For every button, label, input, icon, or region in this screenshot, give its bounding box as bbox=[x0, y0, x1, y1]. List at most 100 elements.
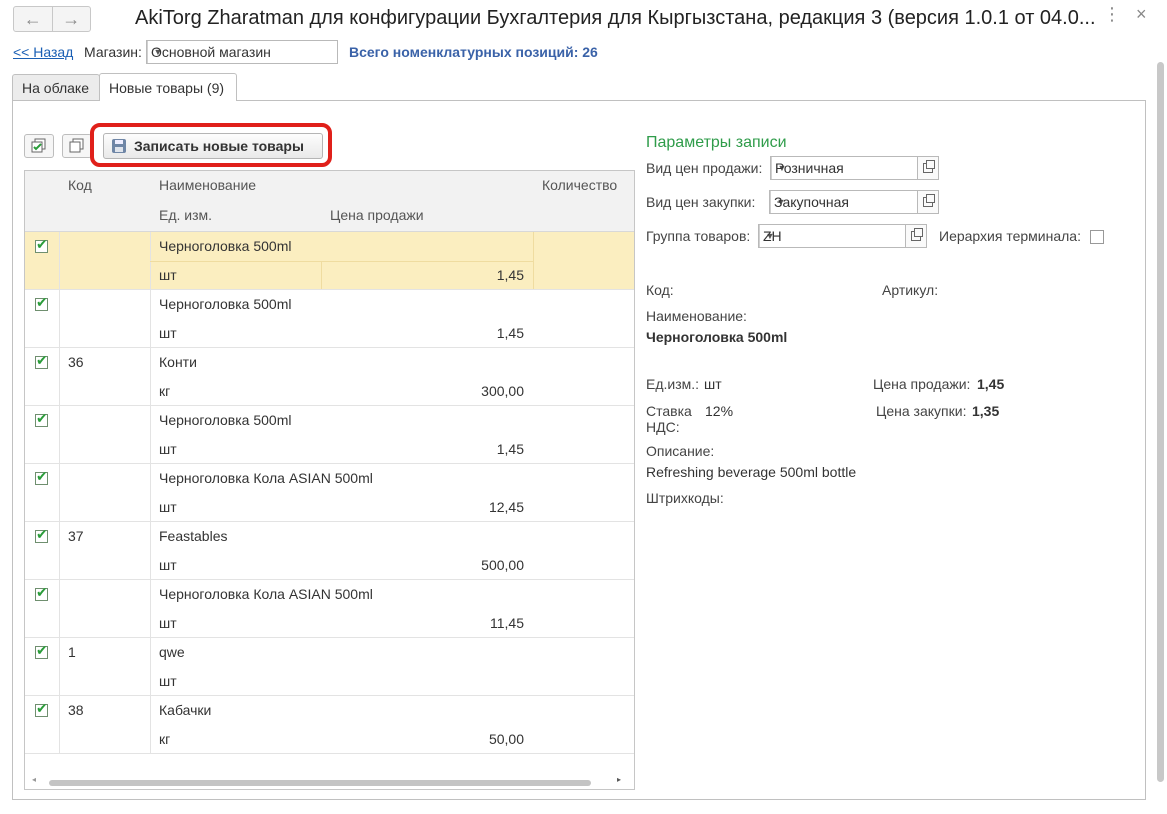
tab-new-goods[interactable]: Новые товары (9) bbox=[99, 73, 237, 101]
row-price: 12,45 bbox=[488, 499, 524, 515]
row-unit: шт bbox=[159, 615, 177, 631]
scroll-thumb[interactable] bbox=[49, 780, 591, 786]
row-checkbox[interactable] bbox=[35, 410, 48, 427]
row-checkbox[interactable] bbox=[35, 642, 48, 659]
back-link[interactable]: << Назад bbox=[13, 44, 73, 60]
table-row[interactable]: Черноголовка 500ml шт 1,45 bbox=[25, 406, 634, 464]
store-label: Магазин: bbox=[84, 44, 142, 60]
row-price: 1,45 bbox=[496, 325, 524, 341]
table-row[interactable]: Черноголовка Кола ASIAN 500ml шт 12,45 bbox=[25, 464, 634, 522]
purchase-price-type-select[interactable]: Закупочная ▼ bbox=[769, 190, 918, 214]
name-value: Черноголовка 500ml bbox=[646, 329, 788, 345]
vat-value: 12% bbox=[705, 403, 734, 419]
name-label: Наименование: bbox=[646, 308, 747, 324]
group-value: ZH bbox=[763, 228, 782, 244]
row-price: 50,00 bbox=[488, 731, 524, 747]
table-row[interactable]: Черноголовка 500ml шт 1,45 bbox=[25, 232, 634, 290]
sale-price-type-value: Розничная bbox=[775, 160, 844, 176]
check-all-icon bbox=[31, 138, 46, 153]
row-name: Кабачки bbox=[159, 702, 212, 718]
row-code: 1 bbox=[68, 644, 76, 660]
sale-price-label: Цена продажи: bbox=[873, 376, 971, 392]
row-code: 37 bbox=[68, 528, 84, 544]
row-unit: шт bbox=[159, 557, 177, 573]
tab-cloud[interactable]: На облаке bbox=[12, 74, 100, 100]
table-row[interactable]: 1 qwe шт bbox=[25, 638, 634, 696]
open-icon[interactable] bbox=[917, 156, 939, 180]
history-nav: ← → bbox=[13, 6, 91, 32]
forward-arrow-icon[interactable]: → bbox=[51, 7, 91, 31]
row-code: 36 bbox=[68, 354, 84, 370]
table-row[interactable]: Черноголовка 500ml шт 1,45 bbox=[25, 290, 634, 348]
horizontal-scrollbar[interactable]: ◂ ▸ bbox=[25, 774, 634, 789]
vertical-scrollbar[interactable] bbox=[1155, 44, 1165, 804]
window-title: AkiTorg Zharatman для конфигурации Бухга… bbox=[135, 7, 1096, 29]
row-unit: шт bbox=[159, 441, 177, 457]
purchase-price-value: 1,35 bbox=[972, 403, 1000, 419]
group-select[interactable]: ZH ▼ bbox=[758, 224, 906, 248]
row-unit: кг bbox=[159, 383, 171, 399]
row-checkbox[interactable] bbox=[35, 700, 48, 717]
table-row[interactable]: 37 Feastables шт 500,00 bbox=[25, 522, 634, 580]
purchase-price-type-label: Вид цен закупки: bbox=[646, 194, 756, 210]
hierarchy-checkbox[interactable] bbox=[1090, 230, 1104, 244]
uncheck-all-icon bbox=[69, 138, 84, 153]
new-goods-table: Код Наименование Ед. изм. Цена продажи К… bbox=[24, 170, 635, 790]
scroll-left-icon[interactable]: ◂ bbox=[32, 775, 36, 784]
row-name: Черноголовка 500ml bbox=[159, 296, 292, 312]
header-code[interactable]: Код bbox=[59, 171, 151, 232]
save-new-goods-button[interactable]: Записать новые товары bbox=[103, 133, 323, 159]
uncheck-all-button[interactable] bbox=[62, 134, 92, 158]
row-checkbox[interactable] bbox=[35, 526, 48, 543]
vat-label-2: НДС: bbox=[646, 419, 680, 435]
vat-label: Ставка bbox=[646, 403, 692, 419]
hierarchy-label: Иерархия терминала: bbox=[939, 228, 1081, 244]
purchase-price-label: Цена закупки: bbox=[876, 403, 967, 419]
check-all-button[interactable] bbox=[24, 134, 54, 158]
row-price: 1,45 bbox=[496, 441, 524, 457]
sale-price-type-label: Вид цен продажи: bbox=[646, 160, 763, 176]
close-icon[interactable]: × bbox=[1136, 4, 1147, 25]
purchase-price-type-value: Закупочная bbox=[774, 194, 849, 210]
row-checkbox[interactable] bbox=[35, 294, 48, 311]
header-name[interactable]: Наименование bbox=[150, 171, 534, 202]
table-row[interactable]: 36 Конти кг 300,00 bbox=[25, 348, 634, 406]
description-value: Refreshing beverage 500ml bottle bbox=[646, 464, 857, 480]
table-row[interactable]: Черноголовка Кола ASIAN 500ml шт 11,45 bbox=[25, 580, 634, 638]
description-label: Описание: bbox=[646, 443, 715, 459]
back-arrow-icon[interactable]: ← bbox=[14, 7, 52, 31]
header-price[interactable]: Цена продажи bbox=[321, 201, 534, 232]
sale-price-value: 1,45 bbox=[977, 376, 1005, 392]
more-icon[interactable]: ⋮ bbox=[1103, 4, 1121, 25]
row-unit: шт bbox=[159, 267, 177, 283]
save-new-goods-label: Записать новые товары bbox=[134, 138, 304, 154]
row-name: Черноголовка 500ml bbox=[159, 238, 292, 254]
row-unit: шт bbox=[159, 499, 177, 515]
params-title: Параметры записи bbox=[646, 134, 787, 151]
header-check bbox=[25, 171, 60, 232]
row-unit: шт bbox=[159, 673, 177, 689]
unit-value: шт bbox=[704, 376, 722, 392]
row-price: 1,45 bbox=[496, 267, 524, 283]
row-unit: кг bbox=[159, 731, 171, 747]
row-checkbox[interactable] bbox=[35, 468, 48, 485]
header-unit[interactable]: Ед. изм. bbox=[150, 201, 322, 232]
header-qty[interactable]: Количество bbox=[533, 171, 634, 232]
open-icon[interactable] bbox=[905, 224, 927, 248]
floppy-disk-icon bbox=[112, 139, 126, 153]
scroll-right-icon[interactable]: ▸ bbox=[617, 775, 621, 784]
row-name: Черноголовка Кола ASIAN 500ml bbox=[159, 586, 373, 602]
sale-price-type-select[interactable]: Розничная ▼ bbox=[770, 156, 918, 180]
row-name: Конти bbox=[159, 354, 197, 370]
row-name: qwe bbox=[159, 644, 185, 660]
row-name: Черноголовка 500ml bbox=[159, 412, 292, 428]
row-checkbox[interactable] bbox=[35, 584, 48, 601]
row-unit: шт bbox=[159, 325, 177, 341]
row-code: 38 bbox=[68, 702, 84, 718]
row-checkbox[interactable] bbox=[35, 352, 48, 369]
store-select[interactable]: Основной магазин ▼ bbox=[146, 40, 338, 64]
row-checkbox[interactable] bbox=[35, 236, 48, 253]
store-select-value: Основной магазин bbox=[151, 44, 271, 60]
open-icon[interactable] bbox=[917, 190, 939, 214]
table-row[interactable]: 38 Кабачки кг 50,00 bbox=[25, 696, 634, 754]
